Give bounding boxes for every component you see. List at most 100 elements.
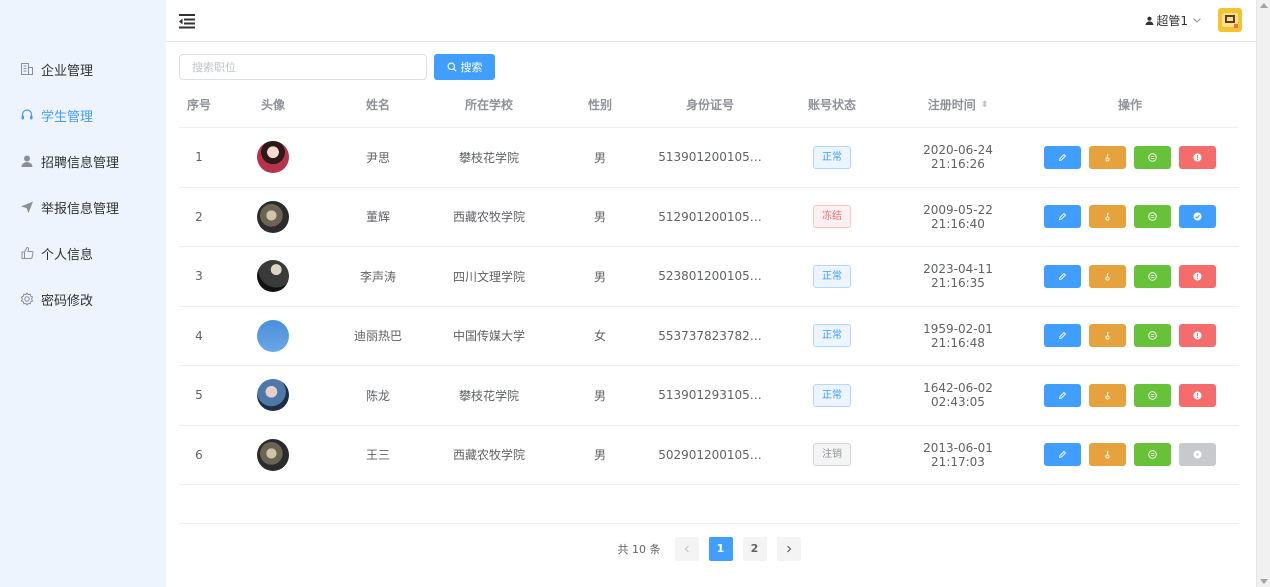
- cell-school: 中国传媒大学: [452, 329, 525, 344]
- table-header: 序号 头像 姓名 所在学校 性别 身份证号 账号状态 注册时间 ⬍ 操作: [179, 82, 1239, 128]
- reset-password-button[interactable]: [1089, 205, 1126, 229]
- pencil-icon: [1058, 153, 1067, 161]
- dot-icon: [1193, 450, 1202, 459]
- edit-button[interactable]: [1044, 205, 1081, 229]
- col-header-register-time[interactable]: 注册时间 ⬍: [895, 96, 1021, 113]
- freeze-button[interactable]: [1179, 145, 1216, 169]
- sidebar-item-label: 招聘信息管理: [41, 155, 120, 171]
- reset-password-button[interactable]: [1089, 264, 1126, 288]
- headset-icon: [20, 108, 34, 122]
- list-icon: [1148, 212, 1157, 221]
- key-icon: [1105, 332, 1110, 340]
- search-icon: [447, 62, 457, 72]
- detail-button[interactable]: [1134, 443, 1171, 467]
- cell-id-number: 512901200105…: [658, 209, 762, 224]
- cell-avatar: [219, 260, 327, 293]
- student-table: 序号 头像 姓名 所在学校 性别 身份证号 账号状态 注册时间 ⬍ 操作 1 尹…: [179, 82, 1239, 485]
- search-input[interactable]: [179, 54, 427, 80]
- cell-name: 尹思: [365, 150, 390, 165]
- sidebar-item-reports[interactable]: 举报信息管理: [0, 184, 166, 230]
- pagination: 共 10 条 1 2: [179, 523, 1239, 573]
- cell-index: 3: [195, 269, 203, 284]
- cell-actions: [1021, 383, 1239, 407]
- reset-password-button[interactable]: [1089, 145, 1126, 169]
- next-page-button[interactable]: [776, 536, 801, 561]
- key-icon: [1105, 451, 1110, 459]
- table-row: 1 尹思 攀枝花学院 男 513901200105… 正常 2020-06-24…: [179, 128, 1239, 188]
- cell-index: 1: [195, 150, 203, 165]
- avatar: [257, 438, 289, 471]
- sidebar-item-label: 个人信息: [41, 247, 94, 263]
- cell-register-time: 2020-06-24 21:16:26: [923, 143, 993, 172]
- cell-register-time: 2023-04-11 21:16:35: [923, 262, 993, 291]
- detail-button[interactable]: [1134, 145, 1171, 169]
- cell-id-number: 513901200105…: [658, 150, 762, 165]
- disabled-action-button[interactable]: [1179, 443, 1216, 467]
- pencil-icon: [1058, 272, 1067, 280]
- status-badge: 正常: [813, 145, 851, 169]
- sidebar-item-label: 企业管理: [41, 63, 94, 79]
- edit-button[interactable]: [1044, 264, 1081, 288]
- sidebar-item-profile[interactable]: 个人信息: [0, 230, 166, 276]
- cell-register-time: 2013-06-01 21:17:03: [923, 440, 993, 469]
- reset-password-button[interactable]: [1089, 443, 1126, 467]
- cell-school: 攀枝花学院: [458, 388, 519, 403]
- status-badge: 正常: [813, 264, 851, 288]
- freeze-button[interactable]: [1179, 383, 1216, 407]
- reset-password-button[interactable]: [1089, 324, 1126, 348]
- vertical-scrollbar[interactable]: [1256, 0, 1270, 587]
- unfreeze-button[interactable]: [1179, 205, 1216, 229]
- user-avatar[interactable]: [1218, 8, 1242, 32]
- sort-icon[interactable]: ⬍: [981, 100, 989, 110]
- cell-name: 董辉: [365, 210, 390, 225]
- scroll-up-icon[interactable]: [1260, 3, 1268, 8]
- status-badge: 注销: [813, 443, 851, 467]
- status-badge: 正常: [813, 383, 851, 407]
- edit-button[interactable]: [1044, 383, 1081, 407]
- cell-avatar: [219, 200, 327, 233]
- detail-button[interactable]: [1134, 324, 1171, 348]
- user-dropdown[interactable]: 超管1: [1145, 12, 1202, 29]
- cell-actions: [1021, 443, 1239, 467]
- detail-button[interactable]: [1134, 205, 1171, 229]
- edit-button[interactable]: [1044, 324, 1081, 348]
- edit-button[interactable]: [1044, 443, 1081, 467]
- cell-status: 正常: [769, 383, 895, 407]
- cell-gender: 男: [593, 448, 606, 463]
- key-icon: [1105, 391, 1110, 400]
- detail-button[interactable]: [1134, 383, 1171, 407]
- detail-button[interactable]: [1134, 264, 1171, 288]
- sidebar-item-company[interactable]: 企业管理: [0, 46, 166, 92]
- user-name-label: 超管1: [1156, 13, 1188, 28]
- cell-gender: 男: [593, 269, 606, 284]
- cell-name: 陈龙: [365, 388, 390, 403]
- list-icon: [1148, 153, 1157, 162]
- menu-fold-icon[interactable]: [178, 12, 196, 30]
- scroll-down-icon[interactable]: [1260, 579, 1268, 584]
- edit-button[interactable]: [1044, 145, 1081, 169]
- building-icon: [20, 62, 34, 76]
- sidebar-item-password[interactable]: 密码修改: [0, 276, 166, 322]
- sidebar-item-students[interactable]: 学生管理: [0, 92, 166, 138]
- page-button-2[interactable]: 2: [742, 536, 767, 561]
- sidebar-item-recruitment[interactable]: 招聘信息管理: [0, 138, 166, 184]
- reset-password-button[interactable]: [1089, 383, 1126, 407]
- search-button[interactable]: 搜索: [434, 54, 495, 80]
- search-button-label: 搜索: [460, 61, 483, 74]
- cell-id-number: 523801200105…: [658, 269, 762, 284]
- cell-school: 四川文理学院: [452, 269, 525, 284]
- cell-id-number: 502901200105…: [658, 447, 762, 462]
- key-icon: [1105, 153, 1110, 162]
- avatar: [257, 319, 289, 352]
- cell-school: 西藏农牧学院: [452, 448, 525, 463]
- cell-index: 2: [195, 209, 203, 224]
- col-header-school: 所在学校: [464, 98, 513, 112]
- freeze-button[interactable]: [1179, 324, 1216, 348]
- page-button-1[interactable]: 1: [708, 536, 733, 561]
- avatar: [257, 379, 289, 412]
- cell-avatar: [219, 319, 327, 352]
- key-icon: [1105, 213, 1110, 221]
- cell-avatar: [219, 141, 327, 174]
- prev-page-button[interactable]: [674, 536, 699, 561]
- freeze-button[interactable]: [1179, 264, 1216, 288]
